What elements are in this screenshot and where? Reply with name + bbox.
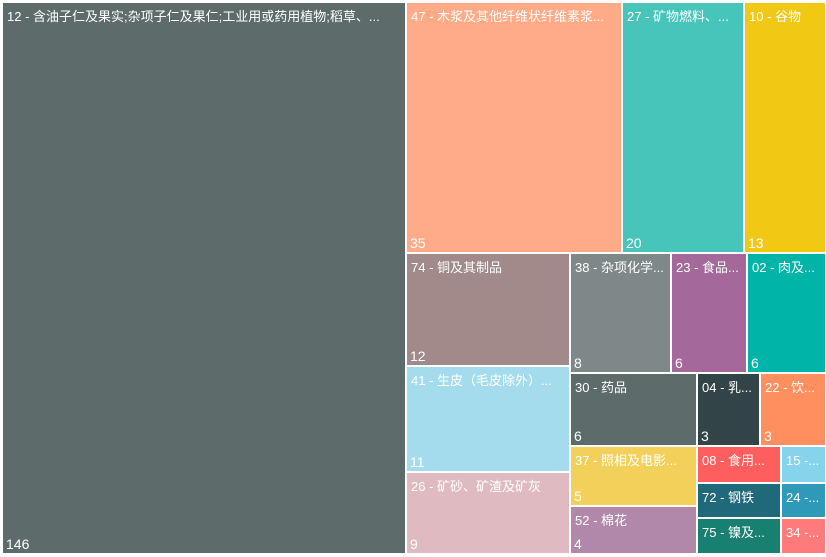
tile-value: 6 [574, 428, 582, 444]
treemap-tile[interactable]: 27 - 矿物燃料、... 20 [622, 2, 744, 253]
tile-value: 3 [764, 428, 772, 444]
tile-label: 23 - 食品... [676, 260, 739, 275]
treemap-tile[interactable]: 08 - 食用...2 [697, 446, 781, 483]
tile-label: 30 - 药品 [575, 380, 628, 395]
treemap-tile[interactable]: 38 - 杂项化学... 8 [570, 253, 671, 373]
tile-label: 08 - 食用... [702, 453, 765, 468]
treemap-tile[interactable]: 41 - 生皮（毛皮除外）... 11 [406, 366, 570, 472]
treemap-tile[interactable]: 52 - 棉花 4 [570, 506, 697, 554]
tile-label: 52 - 棉花 [575, 513, 628, 528]
tile-value: 12 [410, 348, 426, 364]
tile-label: 27 - 矿物燃料、... [627, 9, 729, 24]
treemap-chart: 12 - 含油子仁及果实;杂项子仁及果仁;工业用或药用植物;稻草、... 146 4… [0, 0, 826, 557]
tile-value: 13 [748, 235, 764, 251]
treemap-tile[interactable]: 22 - 饮... 3 [760, 373, 826, 446]
tile-label: 34 -... [786, 525, 820, 540]
treemap-tile[interactable]: 47 - 木浆及其他纤维状纤维素浆... 35 [406, 2, 622, 253]
treemap-tile[interactable]: 34 -...1 [781, 518, 826, 554]
treemap-tile[interactable]: 04 - 乳... 3 [697, 373, 760, 446]
tile-value: 3 [701, 428, 709, 444]
treemap-tile[interactable]: 23 - 食品... 6 [671, 253, 747, 373]
treemap-tile[interactable]: 72 - 钢铁2 [697, 483, 781, 518]
tile-label: 74 - 铜及其制品 [411, 260, 503, 275]
tile-label: 04 - 乳... [702, 380, 752, 395]
treemap-tile[interactable]: 02 - 肉及... 6 [747, 253, 826, 373]
tile-label: 41 - 生皮（毛皮除外）... [411, 373, 552, 388]
treemap-tile[interactable]: 12 - 含油子仁及果实;杂项子仁及果仁;工业用或药用植物;稻草、... 146 [2, 2, 406, 554]
tile-label: 10 - 谷物 [749, 9, 802, 24]
treemap-tile[interactable]: 26 - 矿砂、矿渣及矿灰 9 [406, 472, 570, 554]
tile-label: 12 - 含油子仁及果实;杂项子仁及果仁;工业用或药用植物;稻草、... [7, 9, 380, 24]
tile-value: 6 [675, 355, 683, 371]
treemap-tile[interactable]: 74 - 铜及其制品 12 [406, 253, 570, 366]
tile-value: 35 [410, 235, 426, 251]
tile-label: 15 -... [786, 453, 820, 468]
tile-label: 37 - 照相及电影... [575, 453, 677, 468]
tile-value: 8 [574, 355, 582, 371]
tile-label: 47 - 木浆及其他纤维状纤维素浆... [411, 9, 604, 24]
treemap-tile[interactable]: 24 -...1 [781, 483, 826, 518]
tile-value: 11 [410, 454, 425, 470]
tile-label: 26 - 矿砂、矿渣及矿灰 [411, 479, 542, 494]
treemap-tile[interactable]: 37 - 照相及电影... 5 [570, 446, 697, 506]
tile-label: 38 - 杂项化学... [575, 260, 664, 275]
tile-value: 20 [626, 235, 642, 251]
tile-value: 4 [574, 536, 582, 552]
treemap-tile[interactable]: 10 - 谷物 13 [744, 2, 826, 253]
treemap-tile[interactable]: 75 - 镍及...2 [697, 518, 781, 554]
treemap-tile[interactable]: 30 - 药品 6 [570, 373, 697, 446]
tile-value: 6 [751, 355, 759, 371]
tile-value: 9 [410, 536, 418, 552]
tile-value: 5 [574, 488, 582, 504]
tile-label: 22 - 饮... [765, 380, 815, 395]
tile-label: 24 -... [786, 490, 820, 505]
tile-label: 72 - 钢铁 [702, 490, 755, 505]
tile-label: 75 - 镍及... [702, 525, 765, 540]
treemap-tile[interactable]: 15 -...1 [781, 446, 826, 483]
tile-label: 02 - 肉及... [752, 260, 815, 275]
tile-value: 146 [6, 536, 30, 552]
